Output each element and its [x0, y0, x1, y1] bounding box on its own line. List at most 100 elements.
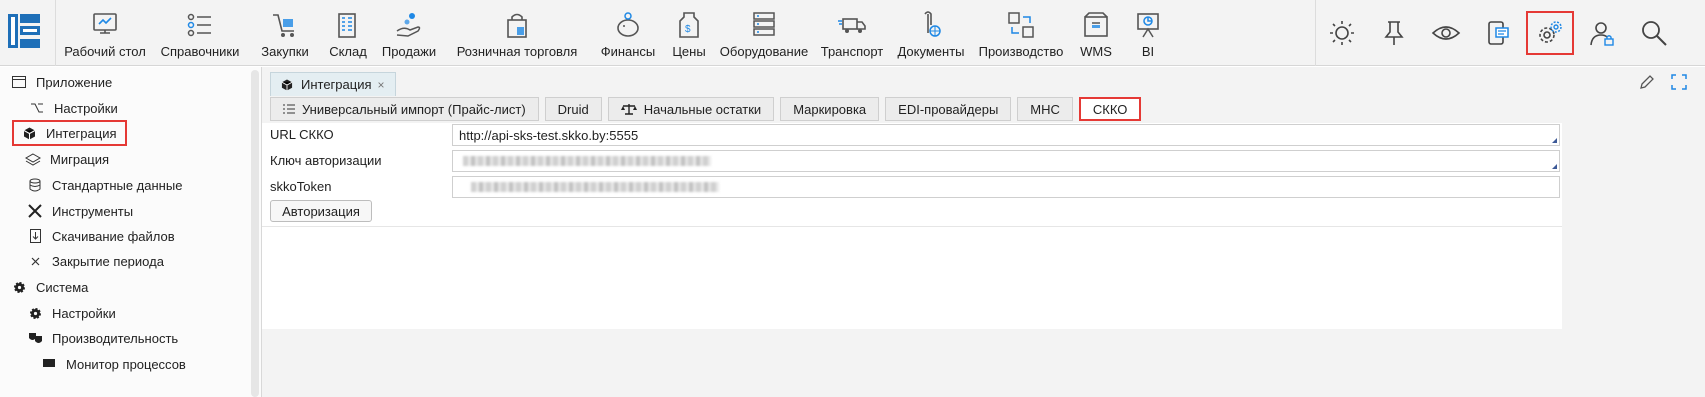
tab-universal-import[interactable]: Универсальный импорт (Прайс-лист) [270, 97, 539, 121]
pin-button[interactable] [1368, 0, 1420, 66]
nav-label: Закрытие периода [52, 253, 164, 269]
module-label: Рабочий стол [64, 44, 146, 59]
module-bi[interactable]: BI [1122, 0, 1174, 66]
layers-icon [24, 150, 42, 168]
tab-integration[interactable]: Интеграция × [270, 72, 396, 96]
nav-item-standard-data[interactable]: Стандартные данные [26, 172, 182, 198]
list-icon [183, 8, 217, 42]
module-label: Оборудование [719, 44, 809, 59]
module-finance[interactable]: Финансы [592, 0, 664, 66]
desktop-icon [88, 8, 122, 42]
resize-handle[interactable] [1552, 138, 1557, 143]
navigation-tree: Приложение Настройки Интеграция Миграция… [0, 67, 262, 397]
theme-icon [1322, 13, 1362, 53]
svg-text:$: $ [685, 24, 691, 35]
resize-handle[interactable] [1552, 164, 1557, 169]
tab-label: Начальные остатки [643, 101, 762, 117]
truck-icon [835, 8, 869, 42]
masks-icon [26, 329, 44, 347]
module-purchases[interactable]: Закупки [250, 0, 320, 66]
theme-button[interactable] [1316, 0, 1368, 66]
module-label: WMS [1080, 44, 1112, 59]
nav-item-migration[interactable]: Миграция [24, 146, 109, 172]
module-documents[interactable]: Документы [890, 0, 972, 66]
nav-label: Скачивание файлов [52, 228, 175, 244]
tab-edi-providers[interactable]: EDI-провайдеры [885, 97, 1012, 121]
module-label: Цены [672, 44, 706, 59]
module-label: Продажи [381, 44, 437, 59]
fullscreen-icon[interactable] [1671, 74, 1687, 93]
nav-label: Настройки [54, 100, 118, 116]
tab-opening-balances[interactable]: Начальные остатки [607, 97, 775, 121]
close-x-icon [26, 252, 44, 270]
retail-bag-icon [500, 8, 534, 42]
app-logo-icon [8, 14, 40, 48]
search-button[interactable] [1628, 0, 1680, 66]
user-button[interactable] [1576, 0, 1628, 66]
cube-icon [20, 124, 38, 142]
window-icon [10, 73, 28, 91]
token-field[interactable] [452, 176, 1560, 198]
module-retail[interactable]: Розничная торговля [442, 0, 592, 66]
view-button[interactable] [1420, 0, 1472, 66]
module-production[interactable]: Производство [972, 0, 1070, 66]
module-transport[interactable]: Транспорт [814, 0, 890, 66]
tab-mns[interactable]: МНС [1017, 97, 1073, 121]
nav-label: Система [36, 279, 89, 295]
nav-item-process-monitor[interactable]: Монитор процессов [40, 351, 186, 377]
nav-item-settings[interactable]: Настройки [28, 95, 118, 121]
module-equipment[interactable]: Оборудование [714, 0, 814, 66]
sales-hand-icon [392, 8, 426, 42]
tab-druid[interactable]: Druid [544, 97, 602, 121]
settings-button[interactable] [1524, 0, 1576, 66]
response-area[interactable] [262, 226, 1562, 329]
server-icon [747, 8, 781, 42]
nav-item-integration[interactable]: Интеграция [12, 120, 127, 146]
module-label: Производство [978, 44, 1064, 59]
database-icon [26, 176, 44, 194]
nav-item-period-closing[interactable]: Закрытие периода [26, 248, 164, 274]
nav-label: Производительность [52, 330, 179, 346]
module-sales[interactable]: Продажи [376, 0, 442, 66]
module-wms[interactable]: WMS [1070, 0, 1122, 66]
tab-label: Маркировка [793, 101, 867, 117]
authorize-button[interactable]: Авторизация [270, 200, 372, 222]
auth-key-field[interactable] [452, 150, 1560, 172]
module-prices[interactable]: $ Цены [664, 0, 714, 66]
nav-item-performance[interactable]: Производительность [26, 325, 178, 351]
box-icon [1079, 8, 1113, 42]
module-bar: Рабочий стол Справочники Закупки Склад П… [60, 0, 1174, 66]
chat-icon [1478, 13, 1518, 53]
module-label: Закупки [261, 44, 309, 59]
module-label: Склад [329, 44, 367, 59]
url-label: URL СККО [270, 127, 334, 142]
url-value: http://api-sks-test.skko.by:5555 [459, 127, 639, 143]
nav-item-tools[interactable]: Инструменты [26, 198, 133, 224]
module-desktop[interactable]: Рабочий стол [60, 0, 150, 66]
tab-label: EDI-провайдеры [898, 101, 999, 117]
redacted-value [463, 156, 711, 166]
nav-group-application[interactable]: Приложение [10, 69, 112, 95]
close-icon[interactable]: × [378, 78, 385, 92]
warehouse-icon [331, 8, 365, 42]
module-references[interactable]: Справочники [150, 0, 250, 66]
nav-item-file-download[interactable]: Скачивание файлов [26, 223, 175, 249]
sidebar-scrollbar[interactable] [251, 70, 259, 397]
token-label: skkoToken [270, 179, 332, 194]
list-icon [283, 104, 295, 114]
module-warehouse[interactable]: Склад [320, 0, 376, 66]
pen-globe-icon [914, 8, 948, 42]
tab-marking[interactable]: Маркировка [780, 97, 880, 121]
window-tools [1639, 74, 1687, 93]
tab-label: МНС [1030, 101, 1060, 117]
nav-item-system-settings[interactable]: Настройки [26, 300, 116, 326]
nav-group-system[interactable]: Система [10, 274, 88, 300]
nav-label: Интеграция [46, 125, 117, 141]
nav-label: Приложение [36, 74, 113, 90]
messages-button[interactable] [1472, 0, 1524, 66]
url-field[interactable]: http://api-sks-test.skko.by:5555 [452, 124, 1560, 146]
cube-icon [281, 78, 293, 91]
edit-icon[interactable] [1639, 74, 1655, 93]
gear-icon [26, 304, 44, 322]
tab-skko[interactable]: СККО [1078, 97, 1142, 121]
